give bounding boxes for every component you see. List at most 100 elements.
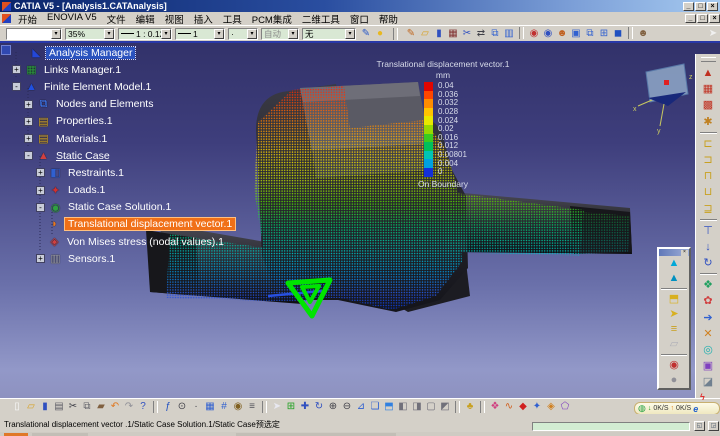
tree-item-von-mises-stress-label[interactable]: Von Mises stress (nodal values).1 bbox=[64, 236, 227, 248]
tree-item-restraints[interactable]: + ◧ Restraints.1 bbox=[2, 164, 236, 181]
cut-arrow-icon[interactable]: ✂ bbox=[460, 27, 474, 41]
shading-edges-icon[interactable]: ◨ bbox=[410, 400, 424, 414]
open-folder-icon[interactable]: ▱ bbox=[24, 400, 38, 414]
restraint-icon[interactable]: ⊓ bbox=[698, 168, 718, 184]
sphere-style-icon[interactable]: ● bbox=[659, 373, 689, 388]
tree-item-translational-displacement-vector[interactable]: ◗ Translational displacement vector.1 bbox=[2, 216, 237, 233]
list-icon[interactable]: ≡ bbox=[245, 400, 259, 414]
expander-icon[interactable]: + bbox=[36, 254, 45, 264]
tree-item-properties-label[interactable]: Properties.1 bbox=[53, 115, 116, 127]
select-icon[interactable]: ➤ bbox=[270, 400, 284, 414]
tree-item-materials[interactable]: + ▤ Materials.1 bbox=[2, 130, 236, 147]
expander-icon[interactable]: + bbox=[24, 116, 33, 126]
scale-ratio-combo[interactable]: 1 : 0.12▾ bbox=[118, 27, 172, 40]
precision-icon[interactable]: ⬠ bbox=[558, 400, 572, 414]
tree-item-restraints-label[interactable]: Restraints.1 bbox=[65, 167, 127, 179]
print-icon[interactable]: ▤ bbox=[52, 400, 66, 414]
search-blue-icon[interactable]: ◉ bbox=[541, 27, 555, 41]
close-button[interactable]: × bbox=[707, 1, 718, 11]
new-file-icon[interactable]: ▯ bbox=[10, 400, 24, 414]
moment-icon[interactable]: ↻ bbox=[698, 255, 718, 271]
toolbar-handle[interactable] bbox=[700, 57, 716, 62]
browser-icon[interactable]: e bbox=[693, 404, 698, 414]
auto-combo[interactable]: 自动 ▾ bbox=[261, 27, 299, 40]
tree-item-links-manager[interactable]: + ▦ Links Manager.1 bbox=[2, 61, 236, 78]
tree-item-analysis-manager[interactable]: ◣ Analysis Manager bbox=[2, 44, 236, 61]
principal-stress-icon[interactable]: ◈ bbox=[544, 400, 558, 414]
hide-show-icon[interactable]: ◩ bbox=[438, 400, 452, 414]
grid-window-icon[interactable]: ⊞ bbox=[597, 27, 611, 41]
cut-plane-icon[interactable]: ◪ bbox=[698, 374, 718, 390]
tree-item-loads[interactable]: + ✦ Loads.1 bbox=[2, 182, 236, 199]
people-icon[interactable]: ☻ bbox=[636, 27, 650, 41]
window-blue-icon[interactable]: ▣ bbox=[569, 27, 583, 41]
dropdown-arrow-icon[interactable]: ▾ bbox=[247, 28, 257, 39]
minimize-button[interactable]: _ bbox=[685, 14, 696, 23]
zoom-out-icon[interactable]: ⊖ bbox=[340, 400, 354, 414]
tree-item-static-case-label[interactable]: Static Case bbox=[53, 150, 113, 162]
pan-icon[interactable]: ✚ bbox=[298, 400, 312, 414]
named-view-palette-icon[interactable]: ▲ bbox=[659, 271, 689, 286]
tree-item-materials-label[interactable]: Materials.1 bbox=[53, 133, 110, 145]
search-red-icon[interactable]: ◉ bbox=[527, 27, 541, 41]
point-style-combo[interactable]: · ▾ bbox=[228, 27, 258, 40]
tree-item-static-case-solution-label[interactable]: Static Case Solution.1 bbox=[65, 201, 174, 213]
close-button[interactable]: × bbox=[709, 14, 720, 23]
formula-icon[interactable]: ƒ bbox=[161, 400, 175, 414]
expander-icon[interactable]: - bbox=[36, 202, 45, 212]
transfer-icon[interactable]: ⇄ bbox=[474, 27, 488, 41]
mesh-visu-icon[interactable]: ❖ bbox=[488, 400, 502, 414]
menu-help[interactable]: 帮助 bbox=[374, 12, 403, 26]
tree-item-finite-element-model-label[interactable]: Finite Element Model.1 bbox=[41, 81, 154, 93]
lock-icon[interactable]: ◉ bbox=[231, 400, 245, 414]
brush-icon[interactable]: ✎ bbox=[359, 27, 373, 41]
displacement-result-icon[interactable]: ➔ bbox=[698, 310, 718, 326]
menu-2d-tools[interactable]: 二维工具 bbox=[297, 12, 345, 26]
tree-item-translational-displacement-vector-label[interactable]: Translational displacement vector.1 bbox=[64, 217, 237, 232]
tree-item-nodes-and-elements[interactable]: + ⧉ Nodes and Elements bbox=[2, 96, 236, 113]
expander-icon[interactable]: + bbox=[36, 168, 45, 178]
deformation-result-icon[interactable]: ❖ bbox=[698, 277, 718, 293]
window-filled-icon[interactable]: ◼ bbox=[611, 27, 625, 41]
menu-file[interactable]: 文件 bbox=[102, 12, 131, 26]
iso-view-icon[interactable]: ⬒ bbox=[382, 400, 396, 414]
ball-icon[interactable]: ● bbox=[373, 27, 387, 41]
save-icon[interactable]: ▮ bbox=[38, 400, 52, 414]
tree-item-sensors-label[interactable]: Sensors.1 bbox=[65, 253, 118, 265]
command-input[interactable] bbox=[532, 422, 690, 431]
mesher-icon[interactable]: ▲ bbox=[698, 65, 718, 81]
tree-item-properties[interactable]: + ▤ Properties.1 bbox=[2, 113, 236, 130]
fit-all-icon[interactable]: ⊞ bbox=[284, 400, 298, 414]
mesh-part-icon[interactable]: ▦ bbox=[698, 81, 718, 97]
advanced-restraint-icon[interactable]: ⊒ bbox=[698, 201, 718, 217]
help-cursor-icon[interactable]: ? bbox=[136, 400, 150, 414]
dropdown-arrow-icon[interactable]: ▾ bbox=[51, 28, 61, 39]
normal-view-icon[interactable]: ⊿ bbox=[354, 400, 368, 414]
sketcher-icon[interactable]: ✎ bbox=[404, 27, 418, 41]
browse-icon[interactable]: ⊙ bbox=[175, 400, 189, 414]
windows-stack-icon[interactable]: ⧉ bbox=[583, 27, 597, 41]
none-combo[interactable]: 无 ▾ bbox=[302, 27, 356, 40]
precision-result-icon[interactable]: ◎ bbox=[698, 342, 718, 358]
adaptivity-icon[interactable]: ✱ bbox=[698, 114, 718, 130]
power-input-button[interactable]: ◲ bbox=[708, 421, 719, 431]
macro-dot-icon[interactable]: · bbox=[189, 400, 203, 414]
surface-slider-icon[interactable]: ⊐ bbox=[698, 152, 718, 168]
menu-enovia-v5[interactable]: ENOVIA V5 bbox=[42, 12, 102, 26]
iso-view-palette-icon[interactable]: ▲ bbox=[659, 256, 689, 271]
wireframe-icon[interactable]: ▢ bbox=[424, 400, 438, 414]
person-icon[interactable]: ☻ bbox=[555, 27, 569, 41]
table-icon[interactable]: ▦ bbox=[203, 400, 217, 414]
arrow-view-icon[interactable]: ➤ bbox=[659, 307, 689, 322]
cut-icon[interactable]: ✂ bbox=[66, 400, 80, 414]
menu-insert[interactable]: 插入 bbox=[189, 12, 218, 26]
page-icon[interactable]: ▱ bbox=[659, 337, 689, 352]
dropdown-arrow-icon[interactable]: ▾ bbox=[104, 28, 114, 39]
tree-item-analysis-manager-label[interactable]: Analysis Manager bbox=[44, 45, 137, 60]
tree-item-nodes-and-elements-label[interactable]: Nodes and Elements bbox=[53, 98, 156, 110]
expander-icon[interactable]: + bbox=[24, 99, 33, 109]
expander-icon[interactable]: + bbox=[12, 65, 21, 75]
dropdown-arrow-icon[interactable]: ▾ bbox=[161, 28, 171, 39]
restore-button[interactable]: □ bbox=[697, 14, 708, 23]
render-style-icon[interactable]: ◉ bbox=[659, 358, 689, 373]
